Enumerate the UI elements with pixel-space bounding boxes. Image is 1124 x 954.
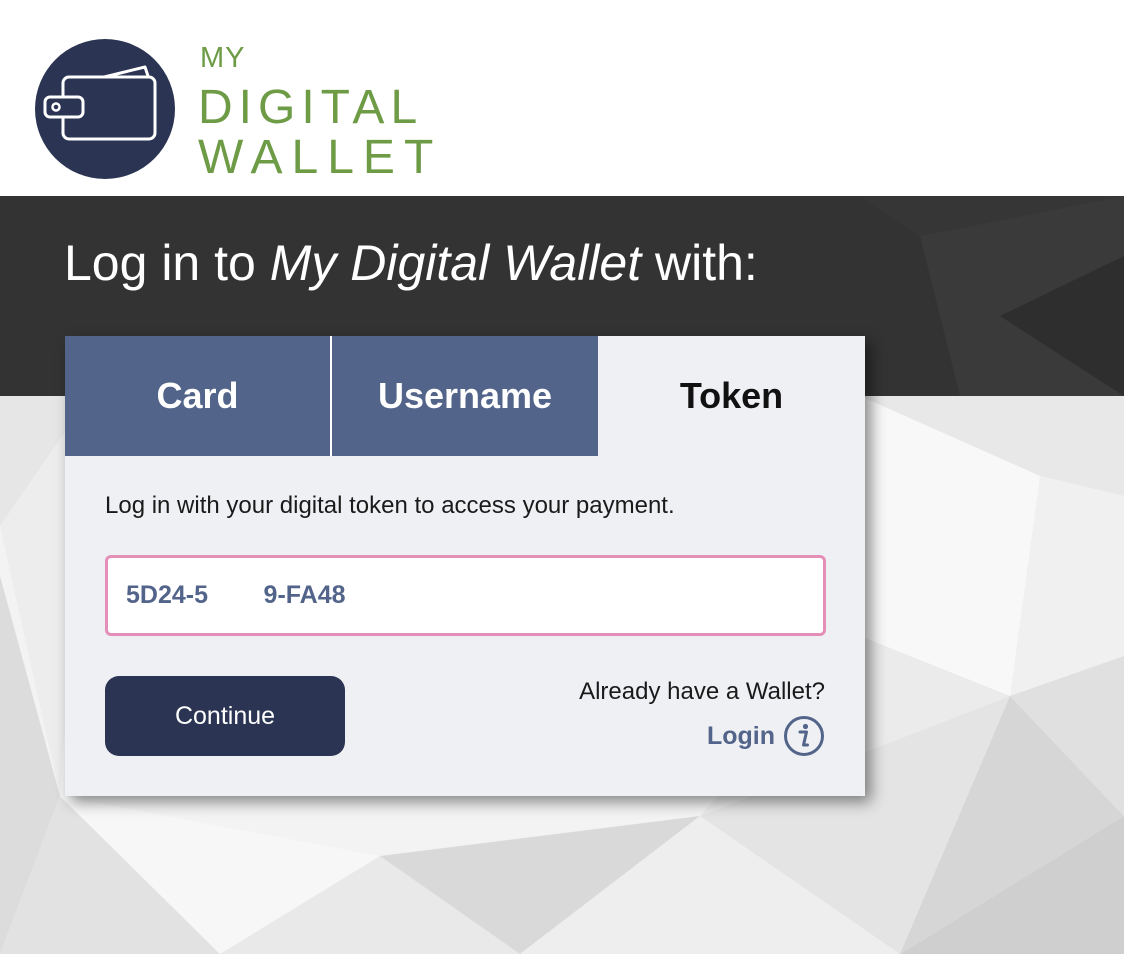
- tab-card[interactable]: Card: [65, 336, 330, 456]
- wallet-icon: [35, 39, 175, 179]
- header: MY DIGITAL WALLET: [0, 0, 1124, 196]
- tab-token[interactable]: Token: [598, 336, 865, 456]
- info-icon[interactable]: [783, 715, 825, 757]
- login-row: Login: [707, 715, 825, 757]
- logo-my: MY: [200, 42, 246, 74]
- login-panel: Card Username Token Log in with your dig…: [65, 336, 865, 796]
- login-method-tabs: Card Username Token: [65, 336, 865, 456]
- logo-digital: DIGITAL: [198, 81, 424, 134]
- tab-username[interactable]: Username: [332, 336, 598, 456]
- already-have-wallet-text: Already have a Wallet?: [579, 678, 825, 705]
- page-title: Log in to My Digital Wallet with:: [64, 235, 758, 291]
- token-description: Log in with your digital token to access…: [105, 492, 675, 519]
- continue-button[interactable]: Continue: [105, 676, 345, 756]
- logo-wallet: WALLET: [198, 131, 443, 184]
- token-input[interactable]: [105, 555, 826, 636]
- login-link[interactable]: Login: [707, 722, 775, 751]
